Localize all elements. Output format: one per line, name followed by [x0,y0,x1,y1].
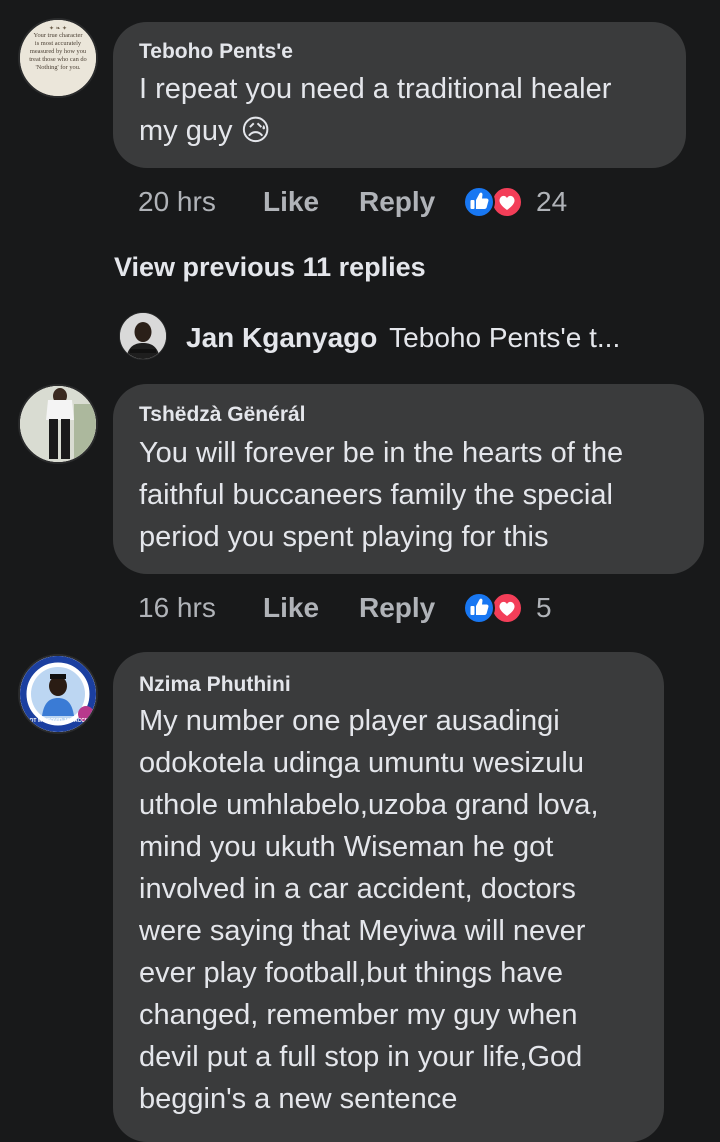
svg-text:✦ ❧ ✦: ✦ ❧ ✦ [49,25,67,32]
comment-text-line: ever play football,but things have [139,957,563,989]
reply-preview[interactable]: Jan Kganyago Teboho Pents'e t... [186,322,620,354]
comment-author[interactable]: Nzima Phuthini [139,673,291,697]
comment-text-line: devil put a full stop in your life,God [139,1041,583,1073]
reaction-count[interactable]: 24 [536,186,567,218]
reply-preview-author[interactable]: Jan Kganyago [186,322,377,353]
like-button[interactable]: Like [263,592,319,624]
avatar-quote-line: 'Nothing' for you. [35,64,81,71]
profile-photo [20,386,96,462]
vaccine-badge-text: I GOT MY COVID-19 VACCINE [22,718,94,724]
avatar-quote-line: treat those who can do [29,56,87,63]
comment-text-line: changed, remember my guy when [139,999,578,1031]
comment-text-line: odokotela udinga umuntu wesizulu [139,747,584,779]
avatar-tshedza[interactable] [18,384,98,464]
reaction-count[interactable]: 5 [536,592,552,624]
comment-time[interactable]: 16 hrs [138,592,216,624]
avatar-nzima[interactable]: I GOT MY COVID-19 VACCINE [18,654,98,734]
like-button[interactable]: Like [263,186,319,218]
avatar-quote-line: is most accurately [34,40,82,47]
comment-text-line: I repeat you need a traditional healer [139,73,612,105]
comment-text-line: were saying that Meyiwa will never [139,915,586,947]
comment-text-line: mind you ukuth Wiseman he got [139,831,554,863]
reaction-icons[interactable] [462,591,524,624]
comment-text-line: my guy 😥 [139,115,271,147]
comment-time[interactable]: 20 hrs [138,186,216,218]
reply-button[interactable]: Reply [359,592,435,624]
avatar-quote-line: Your true character [33,32,83,39]
avatar-teboho[interactable]: ✦ ❧ ✦ Your true character is most accura… [18,18,98,98]
profile-photo [120,313,166,359]
comment-text-line: My number one player ausadingi [139,705,560,737]
avatar-jan[interactable] [119,312,167,360]
comment-text: I repeat you need a traditional healer m… [139,68,611,152]
view-previous-replies[interactable]: View previous 11 replies [114,252,426,283]
reply-preview-snippet: Teboho Pents'e t... [389,322,621,353]
comment-text-line: involved in a car accident, doctors [139,873,576,905]
avatar-quote-line: measured by how you [29,48,87,55]
love-icon [491,186,523,218]
reply-button[interactable]: Reply [359,186,435,218]
comment-author[interactable]: Tshëdzà Gënérál [139,403,306,427]
like-icon [463,592,495,624]
love-icon [491,592,523,624]
reaction-icons[interactable] [462,185,524,218]
comment-text: My number one player ausadingi odokotela… [139,700,599,1120]
comment-text-line: uthole umhlabelo,uzoba grand lova, [139,789,599,821]
comment-text-line: You will forever be in the hearts of the [139,437,624,469]
comment-text-line: beggin's a new sentence [139,1083,458,1115]
like-icon [463,186,495,218]
comment-text-line: faithful buccaneers family the special [139,479,613,511]
comment-author[interactable]: Teboho Pents'e [139,40,293,64]
comment-text: You will forever be in the hearts of the… [139,432,623,558]
comment-text-line: period you spent playing for this [139,521,549,553]
